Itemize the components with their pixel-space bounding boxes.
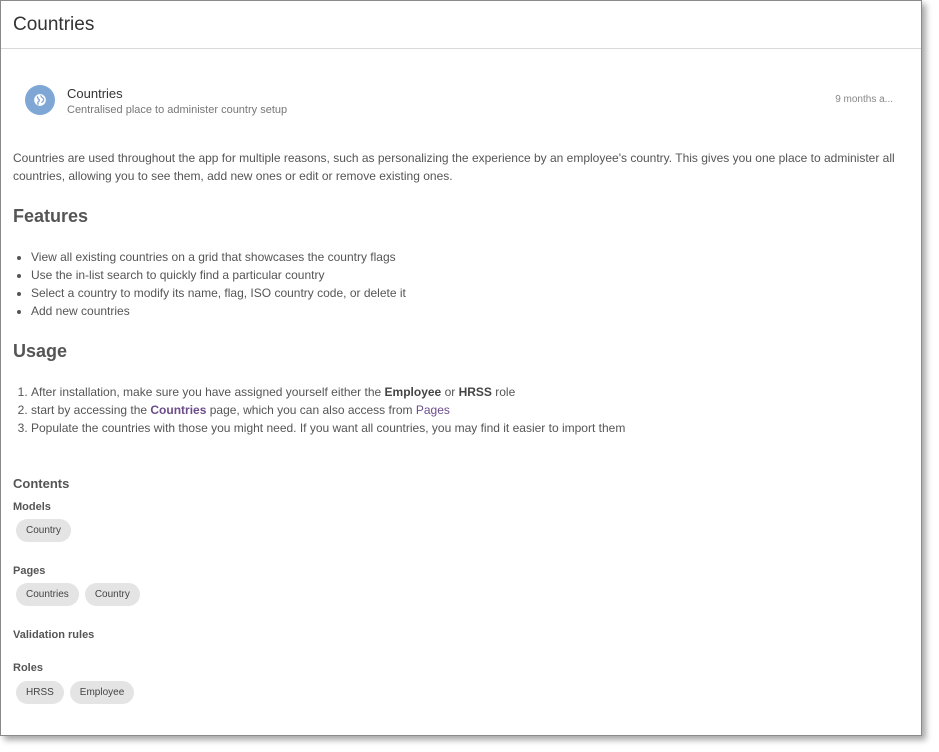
- usage-list: After installation, make sure you have a…: [13, 383, 625, 437]
- roles-chips: HRSS Employee: [16, 681, 140, 704]
- app-info: Countries Centralised place to administe…: [67, 85, 287, 116]
- model-chip-country[interactable]: Country: [16, 519, 72, 542]
- role-chip-employee[interactable]: Employee: [69, 681, 135, 704]
- content-area: Countries are used throughout the app fo…: [13, 149, 907, 704]
- usage-heading: Usage: [13, 341, 68, 361]
- app-header: Countries Centralised place to administe…: [25, 85, 897, 119]
- feature-item: Use the in-list search to quickly find a…: [31, 266, 406, 284]
- features-heading: Features: [13, 206, 89, 226]
- models-label: Models: [13, 501, 51, 513]
- usage-step: start by accessing the Countries page, w…: [31, 401, 625, 419]
- feature-item: Add new countries: [31, 302, 406, 320]
- feature-item: Select a country to modify its name, fla…: [31, 284, 406, 302]
- pages-link[interactable]: Pages: [416, 403, 450, 417]
- page-title: Countries: [13, 13, 95, 35]
- pages-label: Pages: [13, 565, 46, 577]
- updated-timestamp: 9 months a...: [835, 94, 893, 105]
- page-chip-country[interactable]: Country: [84, 583, 140, 606]
- hrss-role-text: HRSS: [458, 385, 492, 399]
- app-name: Countries: [67, 86, 123, 101]
- validation-rules-label: Validation rules: [13, 629, 95, 641]
- usage-step: Populate the countries with those you mi…: [31, 419, 625, 437]
- intro-text: Countries are used throughout the app fo…: [13, 151, 895, 183]
- globe-icon: [25, 85, 55, 115]
- countries-page-link[interactable]: Countries: [150, 403, 206, 417]
- contents-heading: Contents: [13, 476, 70, 491]
- usage-step: After installation, make sure you have a…: [31, 383, 625, 401]
- roles-label: Roles: [13, 662, 43, 674]
- role-chip-hrss[interactable]: HRSS: [16, 681, 64, 704]
- features-list: View all existing countries on a grid th…: [13, 248, 406, 320]
- page-chip-countries[interactable]: Countries: [16, 583, 79, 606]
- feature-item: View all existing countries on a grid th…: [31, 248, 406, 266]
- title-bar: Countries: [1, 1, 921, 49]
- employee-role-text: Employee: [384, 385, 442, 399]
- pages-chips: Countries Country: [16, 583, 146, 606]
- app-window: Countries Countries Centralised place to…: [0, 0, 922, 736]
- app-description: Centralised place to administer country …: [67, 104, 288, 116]
- models-chips: Country: [16, 519, 77, 542]
